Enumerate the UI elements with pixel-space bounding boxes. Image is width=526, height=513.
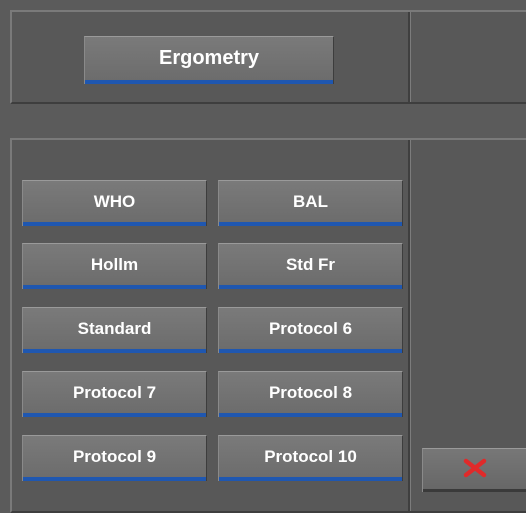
protocol-label: Protocol 8	[268, 382, 353, 402]
protocol-button-std-fr[interactable]: Std Fr	[218, 243, 403, 289]
protocol-label: Hollm	[90, 254, 139, 274]
protocol-button-bal[interactable]: BAL	[218, 180, 403, 226]
protocol-label: Standard	[77, 318, 152, 338]
protocol-label: Protocol 9	[72, 446, 157, 466]
protocol-label: WHO	[93, 191, 136, 211]
protocol-panel-divider	[408, 140, 411, 511]
protocol-label: Protocol 6	[268, 318, 353, 338]
protocol-button-protocol-6[interactable]: Protocol 6	[218, 307, 403, 353]
close-icon	[463, 458, 487, 483]
protocol-label: Std Fr	[285, 254, 336, 274]
ergometry-label: Ergometry	[158, 47, 260, 69]
protocol-label: BAL	[293, 191, 328, 211]
protocol-panel: WHO BAL Hollm Std Fr Standard Protocol 6…	[10, 138, 526, 513]
protocol-label: Protocol 10	[264, 446, 357, 466]
protocol-button-protocol-9[interactable]: Protocol 9	[22, 435, 207, 481]
protocol-button-standard[interactable]: Standard	[22, 307, 207, 353]
protocol-label: Protocol 7	[72, 382, 157, 402]
close-button[interactable]	[422, 448, 526, 492]
protocol-button-protocol-10[interactable]: Protocol 10	[218, 435, 403, 481]
protocol-button-protocol-7[interactable]: Protocol 7	[22, 371, 207, 417]
protocol-button-protocol-8[interactable]: Protocol 8	[218, 371, 403, 417]
protocol-button-who[interactable]: WHO	[22, 180, 207, 226]
top-panel-divider	[408, 12, 411, 102]
top-panel: Ergometry	[10, 10, 526, 104]
protocol-button-hollm[interactable]: Hollm	[22, 243, 207, 289]
ergometry-button[interactable]: Ergometry	[84, 36, 334, 84]
